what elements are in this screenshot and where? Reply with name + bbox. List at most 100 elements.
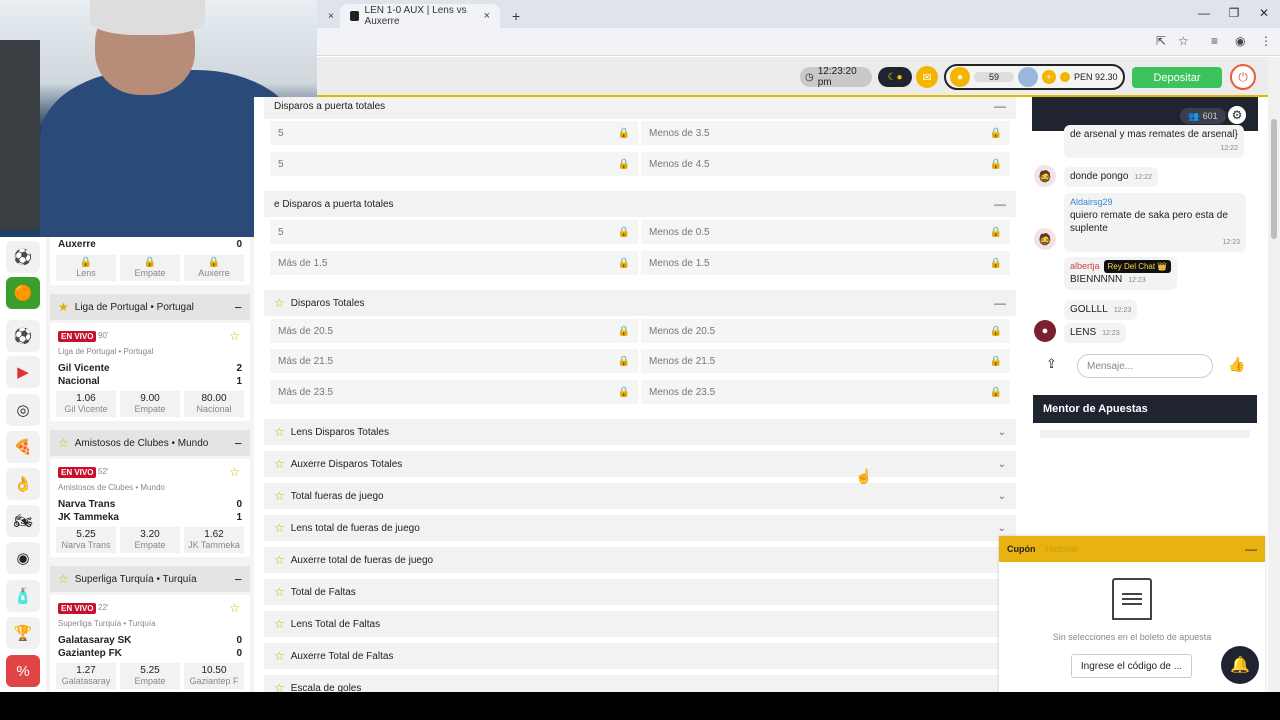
coin-icon[interactable]: 🟠 <box>6 277 40 309</box>
share-icon[interactable]: ⇪ <box>1046 356 1057 372</box>
maximize-button[interactable]: ❐ <box>1224 6 1244 20</box>
star-icon[interactable]: ☆ <box>274 296 285 310</box>
market-option[interactable]: Menos de 1.5 🔒 <box>641 251 1010 275</box>
market-collapsed[interactable]: ☆ Auxerre total de fueras de juego <box>264 547 1016 573</box>
market-option[interactable]: Menos de 23.5 🔒 <box>641 380 1010 404</box>
roulette-icon[interactable]: ◉ <box>6 542 40 574</box>
promo-code-input[interactable]: Ingrese el código de ... <box>1071 654 1192 678</box>
league-header[interactable]: ☆ Amistosos de Clubes • Mundo − <box>50 430 250 456</box>
play-icon[interactable]: ▶ <box>6 356 40 388</box>
logout-icon[interactable]: ⏻ <box>1230 64 1256 90</box>
scrollbar[interactable] <box>1268 57 1280 692</box>
star-icon[interactable]: ☆ <box>274 681 285 692</box>
slot-icon[interactable]: 🍕 <box>6 431 40 463</box>
star-icon[interactable]: ☆ <box>274 617 285 631</box>
market-header[interactable]: ☆ Disparos Totales — <box>264 290 1016 316</box>
bottle-icon[interactable]: 🧴 <box>6 580 40 612</box>
new-tab-button[interactable]: + <box>502 4 524 28</box>
minimize-button[interactable]: — <box>1194 6 1214 20</box>
odd-button[interactable]: 1.06 Gil Vicente <box>56 391 116 417</box>
window-close-button[interactable]: ✕ <box>1254 6 1274 20</box>
match-card[interactable]: EN VIVO 90' ☆ Liga de Portugal • Portuga… <box>50 323 250 421</box>
odd-button[interactable]: 🔒 Empate <box>120 255 180 281</box>
star-icon[interactable]: ☆ <box>274 521 285 535</box>
trophy-icon[interactable]: 🏆 <box>6 617 40 649</box>
collapse-icon[interactable]: — <box>994 296 1006 310</box>
collapse-icon[interactable]: − <box>234 300 242 315</box>
market-option[interactable]: Más de 20.5 🔒 <box>270 319 638 343</box>
odd-button[interactable]: 5.25 Empate <box>120 663 180 689</box>
collapse-icon[interactable]: — <box>994 99 1006 113</box>
market-option[interactable]: Más de 1.5 🔒 <box>270 251 638 275</box>
odd-button[interactable]: 🔒 Auxerre <box>184 255 244 281</box>
favorite-star-icon[interactable]: ☆ <box>229 329 240 343</box>
market-collapsed[interactable]: ☆ Lens total de fueras de juego ⌄ <box>264 515 1016 541</box>
odd-button[interactable]: 5.25 Narva Trans <box>56 527 116 553</box>
hand-icon[interactable]: 👌 <box>6 468 40 500</box>
star-icon[interactable]: ★ <box>58 300 69 314</box>
favorite-star-icon[interactable]: ☆ <box>229 465 240 479</box>
chat-input[interactable]: Mensaje... <box>1077 354 1213 378</box>
mentor-header[interactable]: Mentor de Apuestas <box>1033 395 1257 423</box>
market-option[interactable]: 5 🔒 <box>270 220 638 244</box>
racing-icon[interactable]: 🏍 <box>6 505 40 537</box>
market-option[interactable]: 5 🔒 <box>270 152 638 176</box>
market-option[interactable]: Menos de 20.5 🔒 <box>641 319 1010 343</box>
league-header[interactable]: ☆ Superliga Turquía • Turquía − <box>50 566 250 592</box>
chevron-down-icon[interactable]: ⌄ <box>998 491 1006 502</box>
bookmark-star-icon[interactable]: ☆ <box>1178 34 1189 48</box>
target-icon[interactable]: ◎ <box>6 394 40 426</box>
market-collapsed[interactable]: ☆ Auxerre Disparos Totales ⌄ <box>264 451 1016 477</box>
odd-button[interactable]: 🔒 Lens <box>56 255 116 281</box>
close-icon[interactable]: × <box>484 10 490 22</box>
tab-coupon[interactable]: Cupón <box>1007 544 1036 554</box>
browser-tab[interactable]: LEN 1-0 AUX | Lens vs Auxerre × <box>340 4 500 28</box>
collapse-icon[interactable]: — <box>994 197 1006 211</box>
market-header[interactable]: e Disparos a puerta totales — <box>264 191 1016 217</box>
chevron-down-icon[interactable]: ⌄ <box>998 523 1006 534</box>
star-icon[interactable]: ☆ <box>58 436 69 450</box>
odd-button[interactable]: 80.00 Nacional <box>184 391 244 417</box>
install-icon[interactable]: ⇱ <box>1156 34 1166 48</box>
match-card[interactable]: EN VIVO 22' ☆ Superliga Turquía • Turquí… <box>50 595 250 692</box>
odd-button[interactable]: 10.50 Gaziantep F <box>184 663 244 689</box>
theme-toggle[interactable]: ☾● <box>878 67 912 87</box>
league-header[interactable]: ★ Liga de Portugal • Portugal − <box>50 294 250 320</box>
add-icon[interactable]: + <box>1042 70 1056 84</box>
market-option[interactable]: Más de 23.5 🔒 <box>270 380 638 404</box>
odd-button[interactable]: 1.27 Galatasaray <box>56 663 116 689</box>
market-option[interactable]: Menos de 0.5 🔒 <box>641 220 1010 244</box>
collapse-icon[interactable]: − <box>234 436 242 451</box>
star-icon[interactable]: ☆ <box>274 425 285 439</box>
market-header[interactable]: Disparos a puerta totales — <box>264 97 1016 119</box>
soccer-ball-icon[interactable]: ⚽ <box>6 320 40 352</box>
tab-close-button[interactable]: × <box>318 4 340 28</box>
market-collapsed[interactable]: ☆ Lens Total de Faltas <box>264 611 1016 637</box>
market-collapsed[interactable]: ☆ Total de Faltas <box>264 579 1016 605</box>
market-collapsed[interactable]: ☆ Total fueras de juego ⌄ <box>264 483 1016 509</box>
media-icon[interactable]: ≡ <box>1211 34 1218 48</box>
star-icon[interactable]: ☆ <box>274 585 285 599</box>
soccer-ball-icon[interactable]: ⚽ <box>6 241 40 273</box>
gear-icon[interactable]: ⚙ <box>1228 106 1246 124</box>
star-icon[interactable]: ☆ <box>58 572 69 586</box>
star-icon[interactable]: ☆ <box>274 457 285 471</box>
market-option[interactable]: Más de 21.5 🔒 <box>270 349 638 373</box>
market-option[interactable]: Menos de 4.5 🔒 <box>641 152 1010 176</box>
odd-button[interactable]: 3.20 Empate <box>120 527 180 553</box>
collapse-icon[interactable]: − <box>234 572 242 587</box>
percent-icon[interactable]: % <box>6 655 40 687</box>
deposit-button[interactable]: Depositar <box>1132 67 1222 88</box>
market-option[interactable]: Menos de 3.5 🔒 <box>641 121 1010 145</box>
minimize-icon[interactable]: — <box>1245 542 1257 556</box>
profile-icon[interactable]: ◉ <box>1235 34 1245 48</box>
market-collapsed[interactable]: ☆ Auxerre Total de Faltas <box>264 643 1016 669</box>
chevron-down-icon[interactable]: ⌄ <box>998 427 1006 438</box>
menu-dots-icon[interactable]: ⋮ <box>1260 34 1272 48</box>
bell-icon[interactable]: 🔔 <box>1221 646 1259 684</box>
star-icon[interactable]: ☆ <box>274 489 285 503</box>
mail-icon[interactable]: ✉ <box>916 66 938 88</box>
star-icon[interactable]: ☆ <box>274 649 285 663</box>
market-option[interactable]: Menos de 21.5 🔒 <box>641 349 1010 373</box>
tab-history[interactable]: Historial <box>1046 544 1079 554</box>
